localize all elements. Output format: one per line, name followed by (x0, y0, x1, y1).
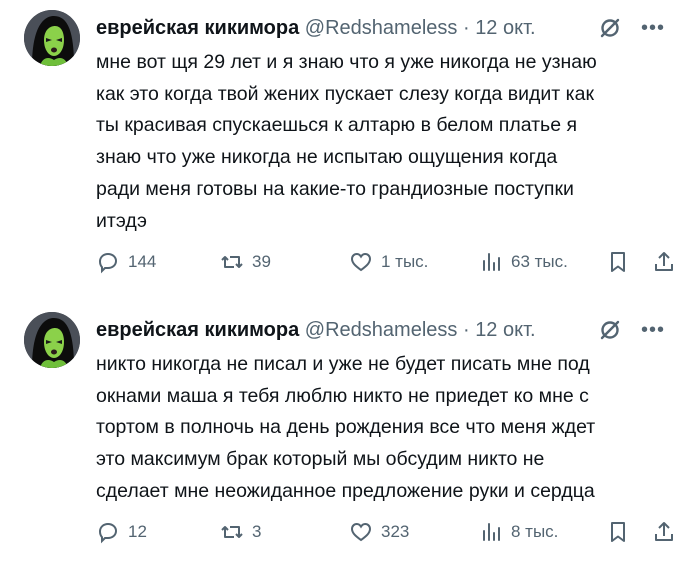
bookmark-button[interactable] (606, 247, 630, 277)
bookmark-button[interactable] (606, 517, 630, 547)
tweet[interactable]: еврейская кикимора @Redshameless · 12 ок… (0, 302, 700, 562)
author-handle[interactable]: @Redshameless (305, 17, 458, 39)
share-button[interactable] (652, 517, 676, 547)
bookmark-icon (611, 522, 625, 542)
reply-button[interactable]: 144 (96, 247, 156, 277)
avatar[interactable] (24, 312, 80, 368)
author-name[interactable]: еврейская кикимора (96, 319, 299, 341)
separator: · (462, 17, 470, 39)
grok-icon[interactable] (598, 318, 622, 342)
tweet-text: мне вот щя 29 лет и я знаю что я уже ник… (96, 51, 597, 232)
more-icon[interactable]: ••• (640, 14, 666, 42)
tweet-header: еврейская кикимора @Redshameless · 12 ок… (96, 14, 680, 42)
views-button[interactable]: 8 тыс. (479, 517, 558, 547)
like-button[interactable]: 323 (349, 517, 409, 547)
like-count: 323 (381, 522, 410, 541)
bookmark-icon (611, 252, 625, 272)
author-name[interactable]: еврейская кикимора (96, 17, 299, 39)
reply-icon (98, 522, 118, 544)
tweet-text: никто никогда не писал и уже не будет пи… (96, 353, 596, 502)
retweet-count: 39 (252, 252, 271, 271)
tweet-actions: 144 39 1 тыс. 63 тыс. (96, 247, 682, 277)
retweet-button[interactable]: 39 (220, 247, 271, 277)
tweet-actions: 12 3 323 8 тыс. (96, 517, 682, 547)
views-count: 8 тыс. (511, 522, 559, 541)
reply-count: 12 (128, 522, 147, 541)
tweet-date[interactable]: 12 окт. (475, 17, 535, 39)
views-button[interactable]: 63 тыс. (479, 247, 568, 277)
tweet[interactable]: еврейская кикимора @Redshameless · 12 ок… (0, 0, 700, 290)
share-icon (655, 252, 673, 271)
reply-button[interactable]: 12 (96, 517, 147, 547)
tweet-header: еврейская кикимора @Redshameless · 12 ок… (96, 316, 680, 344)
more-icon[interactable]: ••• (640, 316, 666, 344)
grok-icon[interactable] (598, 16, 622, 40)
retweet-icon (221, 256, 243, 268)
share-button[interactable] (652, 247, 676, 277)
tweet-date[interactable]: 12 окт. (475, 319, 535, 341)
retweet-button[interactable]: 3 (220, 517, 261, 547)
heart-icon (350, 522, 372, 542)
avatar[interactable] (24, 10, 80, 66)
views-icon (483, 523, 500, 541)
author-handle[interactable]: @Redshameless (305, 319, 458, 341)
views-icon (483, 253, 500, 271)
heart-icon (350, 252, 372, 272)
views-count: 63 тыс. (511, 252, 568, 271)
like-button[interactable]: 1 тыс. (349, 247, 428, 277)
retweet-icon (221, 526, 243, 538)
separator: · (462, 319, 470, 341)
reply-count: 144 (128, 252, 157, 271)
share-icon (655, 522, 673, 541)
like-count: 1 тыс. (381, 252, 429, 271)
retweet-count: 3 (252, 522, 262, 541)
reply-icon (98, 252, 118, 274)
